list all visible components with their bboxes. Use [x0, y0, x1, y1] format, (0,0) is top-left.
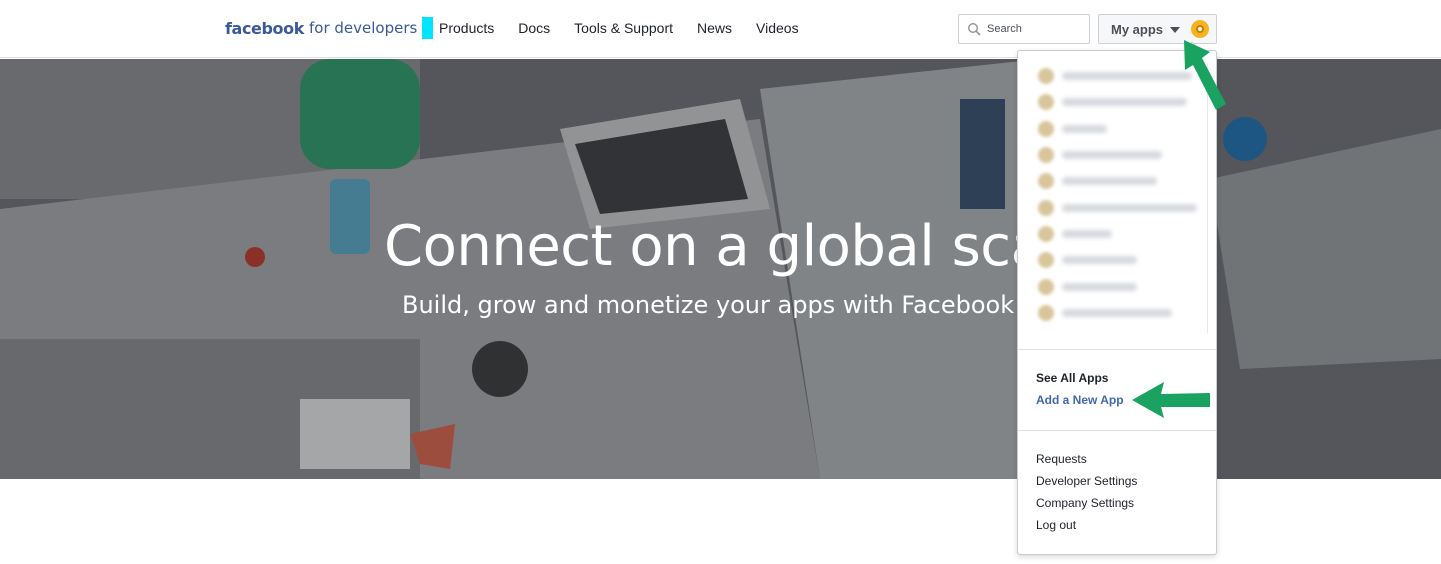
brand-logo-secondary: for developers	[308, 19, 418, 37]
app-icon	[1038, 147, 1054, 164]
avatar[interactable]	[1191, 20, 1209, 38]
app-list-item[interactable]	[1028, 142, 1207, 168]
app-icon	[1038, 199, 1054, 216]
nav-item-news[interactable]: News	[697, 20, 732, 36]
brand-logo-primary: facebook	[225, 18, 304, 38]
app-name-redacted	[1062, 229, 1112, 238]
add-new-app-link[interactable]: Add a New App	[1036, 393, 1124, 407]
brand-logo[interactable]: facebook for developers	[225, 17, 434, 39]
nav-item-videos[interactable]: Videos	[756, 20, 799, 36]
nav-item-docs[interactable]: Docs	[518, 20, 550, 36]
app-icon	[1038, 278, 1054, 295]
app-name-redacted	[1062, 72, 1192, 81]
dropdown-divider	[1018, 430, 1216, 431]
main-nav: Products Docs Tools & Support News Video…	[439, 20, 799, 36]
app-icon	[1038, 252, 1054, 269]
search-box[interactable]	[958, 14, 1090, 44]
app-name-redacted	[1062, 98, 1187, 107]
app-icon	[1038, 68, 1054, 85]
app-list-item[interactable]	[1028, 247, 1207, 273]
app-name-redacted	[1062, 203, 1197, 212]
app-icon	[1038, 304, 1054, 321]
app-list-item[interactable]	[1028, 300, 1207, 326]
app-icon	[1038, 173, 1054, 190]
annotation-arrow-left-icon	[1132, 382, 1210, 418]
app-name-redacted	[1062, 151, 1162, 160]
company-settings-link[interactable]: Company Settings	[1036, 496, 1134, 510]
app-icon	[1038, 94, 1054, 111]
hero-banner: Connect on a global scal Build, grow and…	[0, 59, 1441, 479]
app-list-item[interactable]	[1028, 273, 1207, 299]
app-name-redacted	[1062, 308, 1172, 317]
see-all-apps-link[interactable]: See All Apps	[1036, 371, 1108, 385]
dropdown-divider	[1018, 349, 1216, 350]
hero-title: Connect on a global scal	[384, 214, 1060, 279]
app-name-redacted	[1062, 177, 1157, 186]
developer-settings-link[interactable]: Developer Settings	[1036, 474, 1137, 488]
app-list-item[interactable]	[1028, 194, 1207, 220]
chevron-down-icon	[1170, 27, 1181, 33]
app-name-redacted	[1062, 124, 1107, 133]
my-apps-label: My apps	[1111, 21, 1164, 37]
search-icon	[967, 22, 981, 36]
avatar-badge-icon	[1196, 25, 1204, 33]
annotation-arrow-up-icon	[1184, 40, 1226, 110]
log-out-link[interactable]: Log out	[1036, 518, 1076, 532]
my-apps-dropdown: See All Apps Add a New App Requests Deve…	[1017, 41, 1217, 555]
app-list-item[interactable]	[1028, 168, 1207, 194]
requests-link[interactable]: Requests	[1036, 452, 1087, 466]
app-icon	[1038, 120, 1054, 137]
search-input[interactable]	[987, 23, 1087, 35]
hero-subtitle: Build, grow and monetize your apps with …	[402, 291, 1015, 319]
app-name-redacted	[1062, 282, 1137, 291]
app-name-redacted	[1062, 256, 1137, 265]
nav-item-products[interactable]: Products	[439, 20, 494, 36]
nav-item-tools-support[interactable]: Tools & Support	[574, 20, 673, 36]
app-list-item[interactable]	[1028, 221, 1207, 247]
text-cursor-marker	[422, 17, 434, 39]
app-icon	[1038, 225, 1054, 242]
app-list-item[interactable]	[1028, 116, 1207, 142]
